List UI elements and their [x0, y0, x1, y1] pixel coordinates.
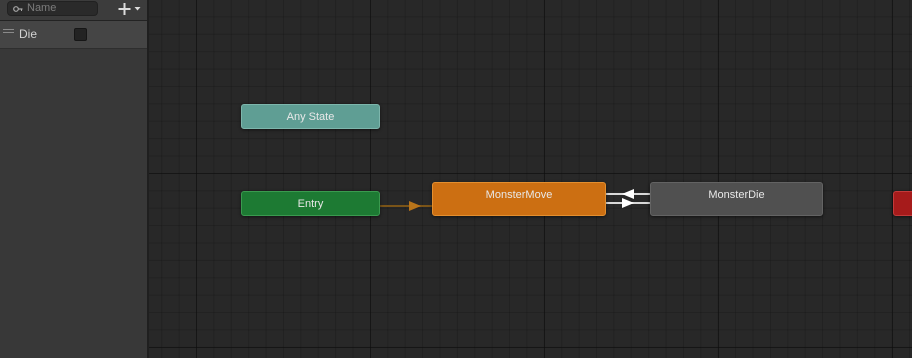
state-exit[interactable] [893, 191, 912, 216]
state-any-state[interactable]: Any State [241, 104, 380, 129]
arrow-monstermove-to-monsterdie [622, 198, 634, 208]
state-label: MonsterMove [485, 189, 553, 201]
transition-edges [380, 189, 650, 211]
state-monsterdie[interactable]: MonsterDie [650, 182, 823, 216]
state-label: MonsterDie [708, 189, 765, 201]
state-label: Any State [286, 111, 335, 123]
state-label: Entry [297, 198, 324, 210]
arrow-monsterdie-to-monstermove [622, 189, 634, 199]
arrow-entry-to-monstermove [409, 201, 421, 211]
state-entry[interactable]: Entry [241, 191, 380, 216]
state-monstermove[interactable]: MonsterMove [432, 182, 606, 216]
